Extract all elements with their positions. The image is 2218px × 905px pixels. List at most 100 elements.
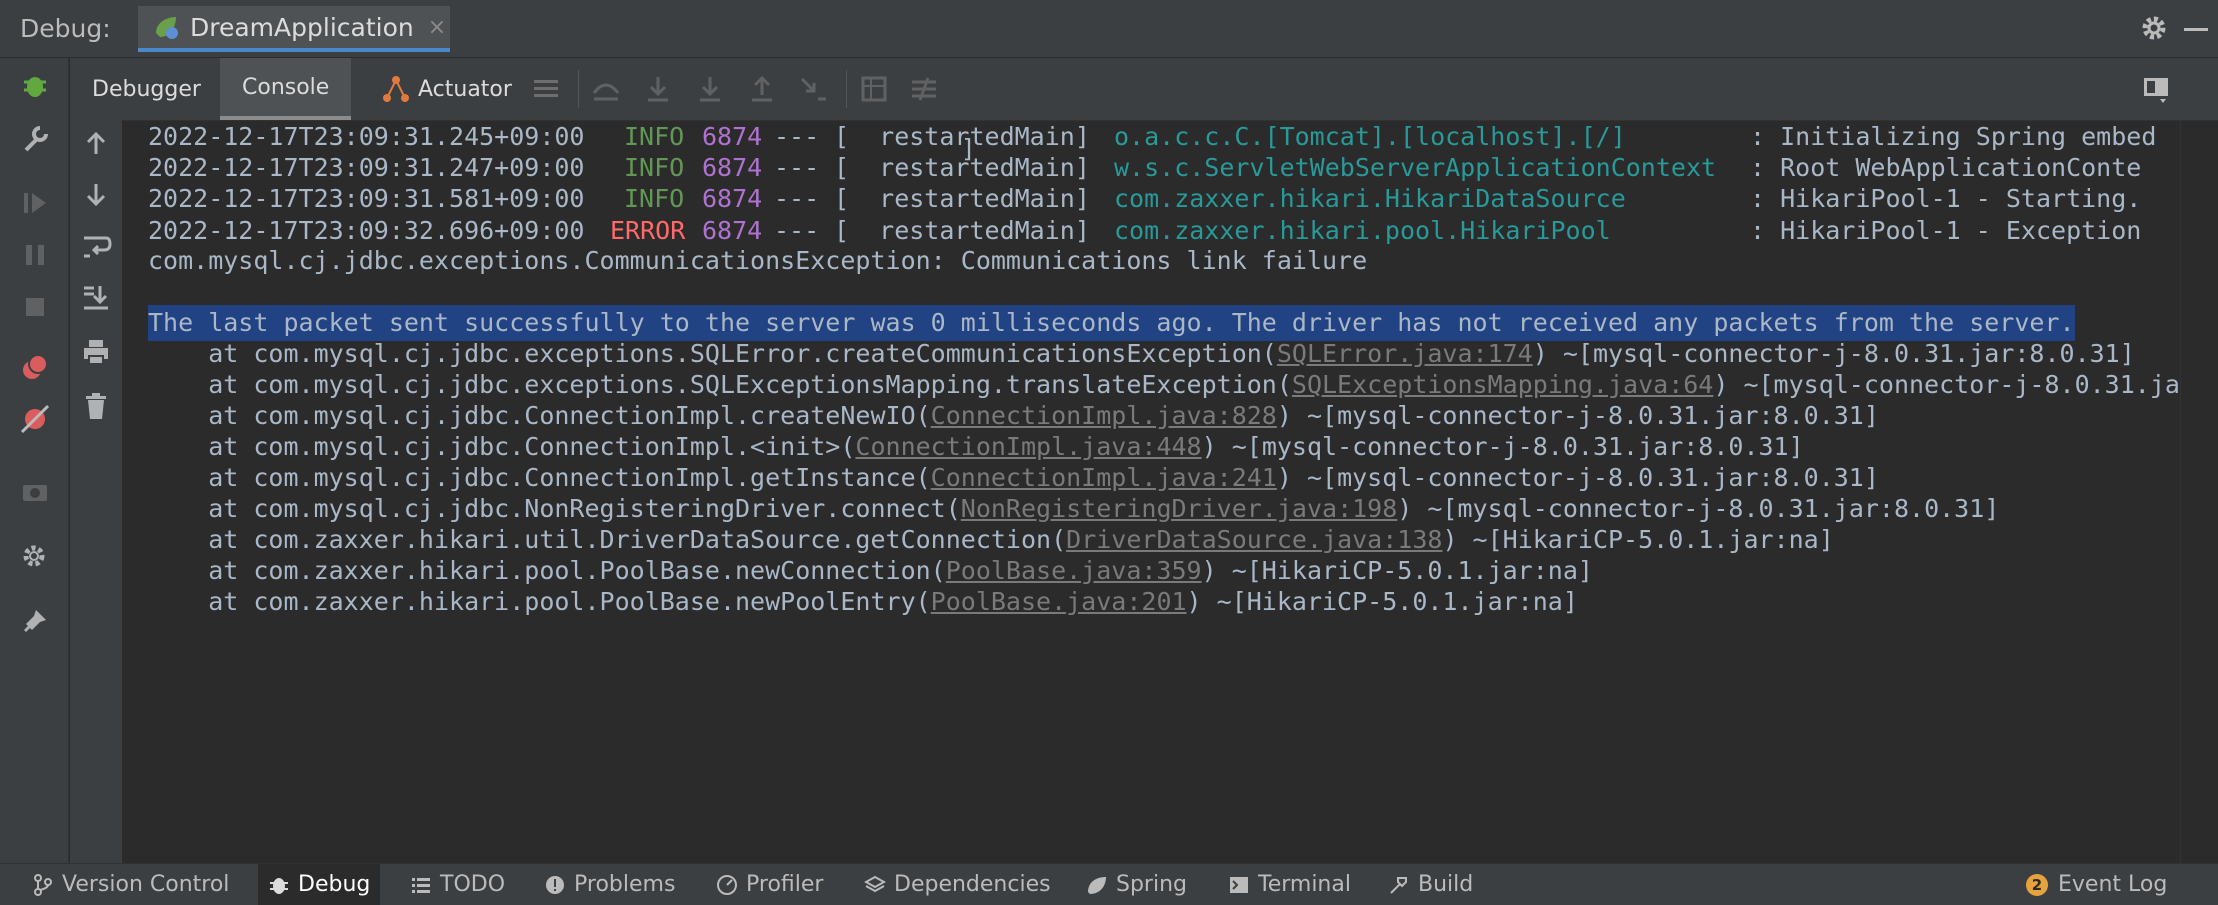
camera-icon[interactable]	[18, 474, 52, 508]
step-out-icon[interactable]	[746, 73, 778, 105]
trace-icon[interactable]	[908, 73, 940, 105]
stack-frame-jar: ) ~[mysql-connector-j-8.0.31.jar:8.0.31]	[1201, 432, 1804, 461]
log-message: : HikariPool-1 - Starting.	[1750, 184, 2142, 213]
log-level: INFO	[624, 184, 685, 213]
version-control-label: Version Control	[62, 872, 230, 897]
debug-actions-toolbar	[0, 58, 69, 863]
up-arrow-icon[interactable]	[80, 128, 112, 160]
stack-frame-method: at com.mysql.cj.jdbc.ConnectionImpl.crea…	[148, 401, 931, 430]
tab-actuator[interactable]: Actuator	[360, 58, 534, 120]
profiler-button[interactable]: Profiler	[706, 864, 833, 905]
run-to-cursor-icon[interactable]	[798, 73, 830, 105]
stack-frame-method: at com.mysql.cj.jdbc.NonRegisteringDrive…	[148, 494, 961, 523]
spring-label: Spring	[1116, 872, 1187, 897]
debug-label: Debug	[298, 872, 371, 897]
stack-frame-source-link[interactable]: PoolBase.java:201	[931, 587, 1187, 616]
hammer-icon	[1390, 876, 1407, 894]
stack-frame-source-link[interactable]: SQLExceptionsMapping.java:64	[1292, 370, 1713, 399]
stack-frame: at com.zaxxer.hikari.pool.PoolBase.newPo…	[148, 584, 1578, 620]
soft-wrap-icon[interactable]	[80, 230, 112, 262]
session-tab-dreamapplication[interactable]: DreamApplication ×	[138, 6, 450, 52]
build-label: Build	[1418, 872, 1474, 897]
terminal-icon	[1230, 876, 1248, 893]
stack-frame-source-link[interactable]: NonRegisteringDriver.java:198	[961, 494, 1398, 523]
step-into-icon[interactable]	[694, 73, 726, 105]
stack-frame-method: at com.mysql.cj.jdbc.ConnectionImpl.getI…	[148, 463, 931, 492]
debug-button[interactable]: Debug	[258, 864, 381, 905]
terminal-button[interactable]: Terminal	[1218, 864, 1361, 905]
stack-frame-method: at com.mysql.cj.jdbc.ConnectionImpl.<ini…	[148, 432, 856, 461]
down-arrow-icon[interactable]	[80, 178, 112, 210]
spring-leaf-icon	[1088, 876, 1106, 894]
log-message: : HikariPool-1 - Exception	[1750, 216, 2142, 245]
layout-menu-icon[interactable]	[530, 73, 562, 105]
trash-icon[interactable]	[80, 390, 112, 422]
stop-icon[interactable]	[18, 290, 52, 324]
log-separator: ---	[774, 184, 820, 213]
resume-icon[interactable]	[18, 186, 52, 220]
step-over-icon[interactable]	[642, 73, 674, 105]
log-thread: [ restartedMain]	[834, 184, 1090, 213]
bug-icon[interactable]	[18, 68, 52, 102]
stack-frame-jar: ) ~[HikariCP-5.0.1.jar:na]	[1186, 587, 1578, 616]
tab-console-label: Console	[242, 74, 330, 100]
pin-icon[interactable]	[18, 604, 52, 638]
todo-label: TODO	[440, 872, 506, 897]
actuator-icon	[383, 76, 409, 102]
view-breakpoints-icon[interactable]	[18, 350, 52, 384]
info-circle-icon	[546, 875, 564, 894]
evaluate-expression-icon[interactable]	[858, 73, 890, 105]
console-output[interactable]: ] 2022-12-17T23:09:31.245+09:00 INFO 6874-…	[124, 121, 2180, 863]
vertical-scrollbar[interactable]	[2180, 121, 2218, 863]
stack-frame-jar: ) ~[HikariCP-5.0.1.jar:na]	[1442, 525, 1834, 554]
show-execution-point-icon[interactable]	[590, 73, 622, 105]
stack-frame-method: at com.zaxxer.hikari.pool.PoolBase.newCo…	[148, 556, 946, 585]
log-pid: 6874	[702, 184, 763, 213]
version-control-button[interactable]: Version Control	[22, 864, 239, 905]
close-icon[interactable]: ×	[428, 15, 446, 40]
stack-frame-source-link[interactable]: ConnectionImpl.java:448	[855, 432, 1201, 461]
bug-icon	[270, 877, 288, 894]
wrench-icon[interactable]	[18, 122, 52, 156]
tab-actuator-label: Actuator	[418, 76, 512, 102]
branch-icon	[34, 873, 52, 896]
console-toolbar	[70, 120, 122, 863]
dependencies-button[interactable]: Dependencies	[854, 864, 1061, 905]
stack-frame-jar: ) ~[mysql-connector-j-8.0.31.jar:8.0.31]	[1276, 463, 1879, 492]
stack-frame-source-link[interactable]: PoolBase.java:359	[946, 556, 1202, 585]
debug-label: Debug:	[20, 14, 111, 43]
log-logger[interactable]: com.zaxxer.hikari.HikariDataSource	[1114, 181, 1626, 217]
spring-run-icon	[156, 17, 178, 39]
print-icon[interactable]	[80, 336, 112, 368]
spring-button[interactable]: Spring	[1076, 864, 1197, 905]
debug-toolwindow-header: Debug: DreamApplication ×	[0, 0, 2218, 58]
list-icon	[412, 877, 430, 893]
todo-button[interactable]: TODO	[400, 864, 515, 905]
event-log-label: Event Log	[2058, 872, 2168, 897]
stack-frame-method: at com.zaxxer.hikari.pool.PoolBase.newPo…	[148, 587, 931, 616]
stack-frame-jar: ) ~[mysql-connector-j-8.0.31.jar:8.0.31]	[1532, 339, 2135, 368]
session-title: DreamApplication	[190, 12, 414, 42]
problems-button[interactable]: Problems	[534, 864, 685, 905]
profiler-label: Profiler	[746, 872, 824, 897]
minimize-icon[interactable]	[2184, 28, 2208, 31]
build-button[interactable]: Build	[1378, 864, 1483, 905]
stack-frame-source-link[interactable]: DriverDataSource.java:138	[1066, 525, 1442, 554]
log-timestamp: 2022-12-17T23:09:31.581+09:00	[148, 184, 585, 213]
stack-frame-method: at com.mysql.cj.jdbc.exceptions.SQLExcep…	[148, 370, 1292, 399]
profiler-icon	[717, 874, 737, 895]
stack-frame-source-link[interactable]: ConnectionImpl.java:241	[931, 463, 1277, 492]
restore-layout-icon[interactable]	[2140, 73, 2172, 105]
tab-debugger-label: Debugger	[92, 76, 201, 102]
stack-frame-source-link[interactable]: ConnectionImpl.java:828	[931, 401, 1277, 430]
gear-icon[interactable]	[2138, 12, 2170, 44]
scroll-to-end-icon[interactable]	[80, 282, 112, 314]
stack-frame-jar: ) ~[HikariCP-5.0.1.jar:na]	[1201, 556, 1593, 585]
event-log-button[interactable]: 2 Event Log	[2016, 864, 2177, 905]
tab-debugger[interactable]: Debugger	[70, 58, 223, 120]
stack-frame-source-link[interactable]: SQLError.java:174	[1277, 339, 1533, 368]
tab-console[interactable]: Console	[220, 58, 352, 120]
pause-icon[interactable]	[18, 238, 52, 272]
settings-icon[interactable]	[18, 540, 52, 574]
mute-breakpoints-icon[interactable]	[18, 402, 52, 436]
